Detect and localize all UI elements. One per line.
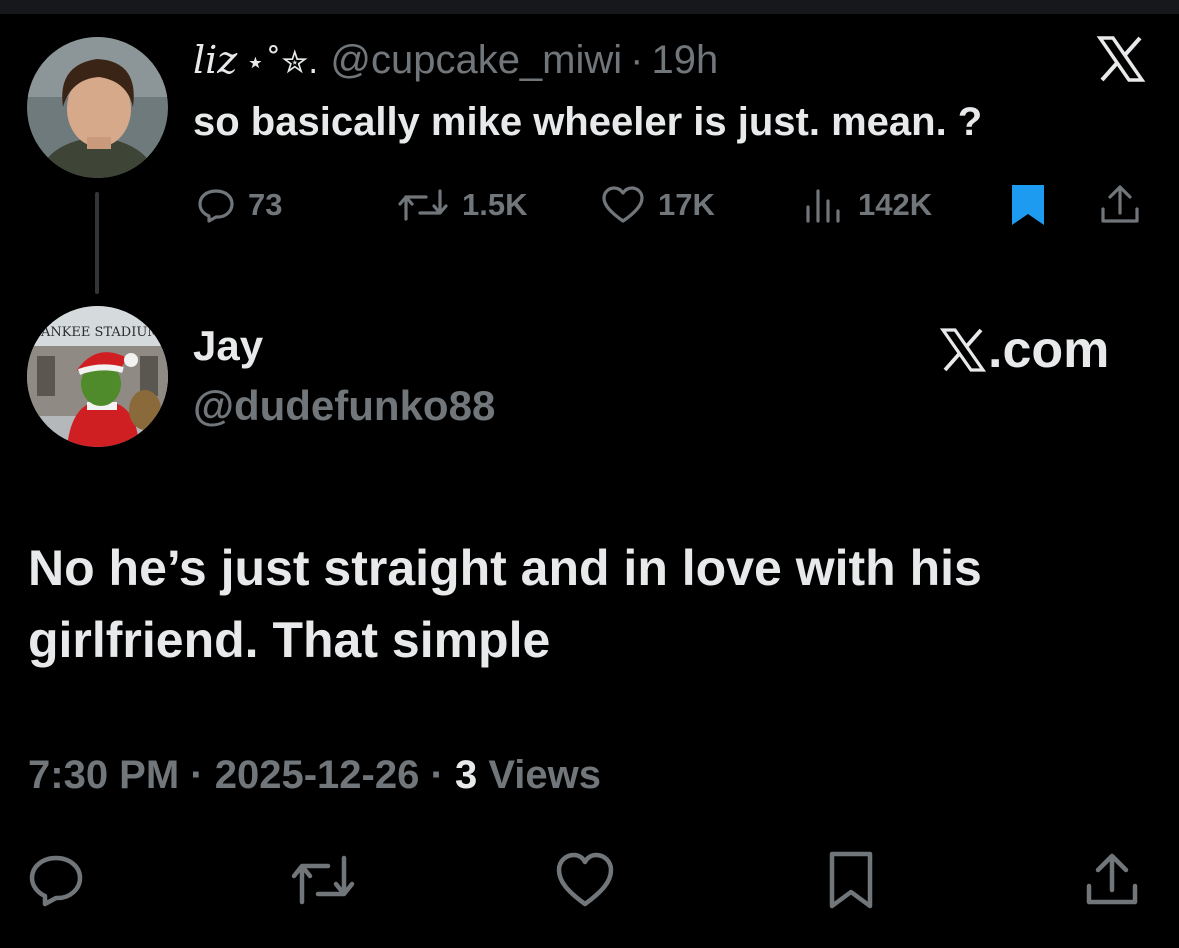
share-icon bbox=[1086, 853, 1138, 905]
quoted-name-decoration: ⋆˚✮. bbox=[245, 43, 319, 81]
quoted-repost-button[interactable]: 1.5K bbox=[396, 180, 527, 230]
quoted-views-count: 142K bbox=[858, 187, 933, 222]
main-handle[interactable]: @dudefunko88 bbox=[193, 382, 495, 430]
views-label: Views bbox=[488, 753, 601, 797]
tweet-date[interactable]: 2025-12-26 bbox=[215, 753, 420, 797]
reply-icon bbox=[198, 189, 234, 223]
bookmark-icon bbox=[829, 851, 873, 909]
bookmark-button[interactable] bbox=[822, 850, 882, 910]
meta-separator-2: · bbox=[430, 753, 444, 797]
repost-icon bbox=[398, 189, 448, 221]
quoted-like-count: 17K bbox=[658, 187, 715, 222]
top-bar bbox=[0, 0, 1179, 14]
quoted-repost-count: 1.5K bbox=[462, 187, 528, 222]
like-icon bbox=[602, 186, 644, 223]
like-button[interactable] bbox=[554, 850, 616, 910]
tweet-time[interactable]: 7:30 PM bbox=[28, 753, 179, 797]
reply-icon bbox=[29, 855, 83, 907]
quoted-separator: · bbox=[630, 38, 644, 82]
x-logo-icon bbox=[1096, 34, 1146, 84]
quoted-tweet-header: liz ⋆˚✮. @cupcake_miwi · 19h bbox=[193, 38, 718, 88]
reply-button[interactable] bbox=[26, 850, 86, 910]
meta-separator-1: · bbox=[190, 753, 204, 797]
views-icon bbox=[806, 189, 840, 223]
main-tweet-actions bbox=[0, 850, 1179, 910]
site-label-text: .com bbox=[988, 321, 1110, 379]
avatar-banner-text: YANKEE STADIUM bbox=[32, 325, 160, 340]
quoted-share-button[interactable] bbox=[1098, 180, 1142, 230]
repost-icon bbox=[291, 855, 355, 905]
avatar-liz[interactable] bbox=[27, 37, 168, 178]
x-logo-icon bbox=[940, 328, 986, 372]
quoted-tweet-text: so basically mike wheeler is just. mean.… bbox=[193, 100, 983, 144]
share-button[interactable] bbox=[1082, 850, 1142, 910]
share-icon bbox=[1101, 185, 1139, 223]
like-icon bbox=[556, 852, 614, 907]
quoted-handle[interactable]: @cupcake_miwi bbox=[330, 38, 622, 83]
quoted-reply-button[interactable]: 73 bbox=[196, 180, 282, 230]
main-display-name[interactable]: Jay bbox=[193, 322, 263, 370]
views-count: 3 bbox=[454, 753, 478, 797]
quoted-tweet-actions: 73 1.5K 17K 142K bbox=[0, 180, 1179, 230]
main-tweet-text: No he’s just straight and in love with h… bbox=[28, 540, 982, 668]
quoted-bookmark-button[interactable] bbox=[1008, 180, 1048, 230]
tweet-meta: 7:30 PM · 2025-12-26 · 3 Views bbox=[28, 753, 601, 798]
quoted-reply-count: 73 bbox=[248, 187, 283, 222]
quoted-display-name[interactable]: liz bbox=[193, 38, 237, 82]
bookmark-icon bbox=[1012, 185, 1044, 225]
quoted-like-button[interactable]: 17K bbox=[600, 180, 715, 230]
quoted-age[interactable]: 19h bbox=[652, 38, 719, 83]
avatar-jay[interactable]: YANKEE STADIUM bbox=[27, 306, 168, 447]
site-label: .com bbox=[940, 320, 1109, 380]
quoted-views-button[interactable]: 142K bbox=[804, 180, 932, 230]
repost-button[interactable] bbox=[288, 850, 358, 910]
